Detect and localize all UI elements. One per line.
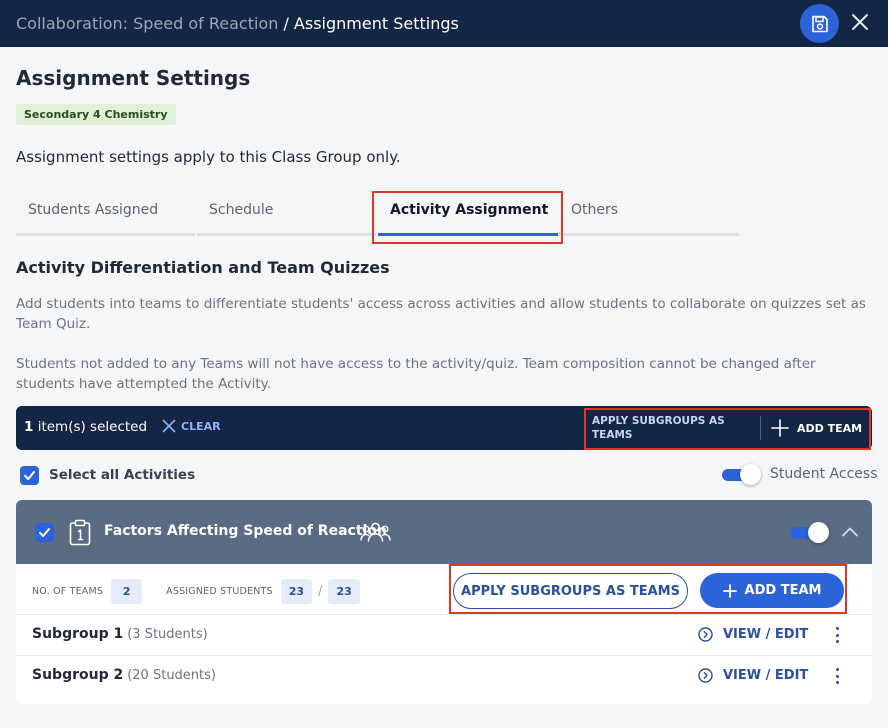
activity-checkbox[interactable] bbox=[35, 523, 54, 542]
teams-count-label: NO. OF TEAMS bbox=[32, 585, 104, 597]
breadcrumb-current: / Assignment Settings bbox=[278, 14, 459, 33]
subgroup-student-count: (20 Students) bbox=[127, 668, 216, 683]
save-button[interactable] bbox=[800, 4, 839, 43]
teams-count-value: 2 bbox=[111, 578, 143, 604]
subgroup-name: Subgroup 1 (3 Students) bbox=[32, 626, 208, 642]
clear-label: CLEAR bbox=[181, 419, 221, 433]
assigned-students-value: 23 bbox=[280, 578, 313, 604]
selected-number: 1 bbox=[24, 419, 34, 435]
check-icon bbox=[24, 471, 35, 480]
subgroup-student-count: (3 Students) bbox=[127, 627, 208, 642]
toggle-knob bbox=[740, 464, 761, 485]
page-title: Assignment Settings bbox=[16, 66, 251, 90]
activity-card-header: Factors Affecting Speed of Reaction bbox=[16, 500, 872, 564]
student-access-toggle[interactable] bbox=[722, 463, 762, 485]
chevron-right-circle-icon bbox=[698, 668, 713, 683]
chevron-right-circle-icon bbox=[698, 627, 713, 642]
bar-actions-highlight-box bbox=[584, 408, 871, 450]
tab-others[interactable]: Others bbox=[559, 202, 739, 236]
subgroup-name-text: Subgroup 1 bbox=[32, 626, 124, 642]
tab-highlight-box bbox=[372, 191, 563, 244]
subgroup-name: Subgroup 2 (20 Students) bbox=[32, 667, 216, 683]
breadcrumb-parent[interactable]: Collaboration: Speed of Reaction bbox=[16, 14, 278, 33]
class-group-tag: Secondary 4 Chemistry bbox=[16, 104, 176, 125]
toggle-knob bbox=[808, 522, 829, 543]
view-edit-label: VIEW / EDIT bbox=[723, 668, 809, 683]
subgroup-row: Subgroup 1 (3 Students) VIEW / EDIT bbox=[16, 614, 872, 655]
close-icon bbox=[162, 419, 176, 433]
clipboard-icon bbox=[69, 519, 91, 546]
subgroup-more-button[interactable] bbox=[832, 666, 842, 686]
activity-access-toggle[interactable] bbox=[790, 521, 830, 543]
modal-header: Collaboration: Speed of Reaction / Assig… bbox=[0, 0, 888, 47]
clear-selection-button[interactable]: CLEAR bbox=[162, 419, 221, 433]
tab-schedule[interactable]: Schedule bbox=[197, 202, 376, 236]
section-title: Activity Differentiation and Team Quizze… bbox=[16, 258, 390, 277]
assigned-separator: / bbox=[318, 583, 323, 599]
subgroup-more-button[interactable] bbox=[832, 625, 842, 645]
select-all-checkbox[interactable] bbox=[20, 466, 39, 485]
subgroup-name-text: Subgroup 2 bbox=[32, 667, 124, 683]
check-icon bbox=[39, 528, 50, 537]
selected-suffix: item(s) selected bbox=[33, 419, 148, 435]
team-stats: NO. OF TEAMS 2 ASSIGNED STUDENTS 23 / 23 bbox=[32, 578, 360, 604]
selection-count: 1 item(s) selected bbox=[24, 419, 147, 435]
close-icon bbox=[852, 14, 868, 30]
close-button[interactable] bbox=[848, 10, 872, 34]
section-warning: Students not added to any Teams will not… bbox=[16, 356, 816, 392]
activity-title: Factors Affecting Speed of Reaction bbox=[104, 523, 387, 539]
subgroup-view-edit-link[interactable]: VIEW / EDIT bbox=[698, 668, 808, 683]
subgroup-view-edit-link[interactable]: VIEW / EDIT bbox=[698, 627, 808, 642]
chevron-up-icon[interactable] bbox=[841, 525, 859, 539]
assigned-students-label: ASSIGNED STUDENTS bbox=[166, 585, 273, 597]
assignment-settings-modal: Collaboration: Speed of Reaction / Assig… bbox=[0, 0, 888, 728]
select-all-label: Select all Activities bbox=[49, 467, 196, 483]
save-icon bbox=[811, 15, 828, 32]
card-actions-highlight-box bbox=[449, 564, 847, 614]
tab-students-assigned[interactable]: Students Assigned bbox=[16, 202, 195, 236]
breadcrumb: Collaboration: Speed of Reaction / Assig… bbox=[16, 14, 459, 33]
subgroup-row: Subgroup 2 (20 Students) VIEW / EDIT bbox=[16, 655, 872, 696]
settings-note: Assignment settings apply to this Class … bbox=[16, 148, 401, 166]
total-students-value: 23 bbox=[328, 578, 360, 604]
group-icon bbox=[360, 522, 391, 542]
view-edit-label: VIEW / EDIT bbox=[723, 627, 809, 642]
student-access-label: Student Access bbox=[770, 466, 878, 482]
section-description: Add students into teams to differentiate… bbox=[16, 296, 866, 332]
